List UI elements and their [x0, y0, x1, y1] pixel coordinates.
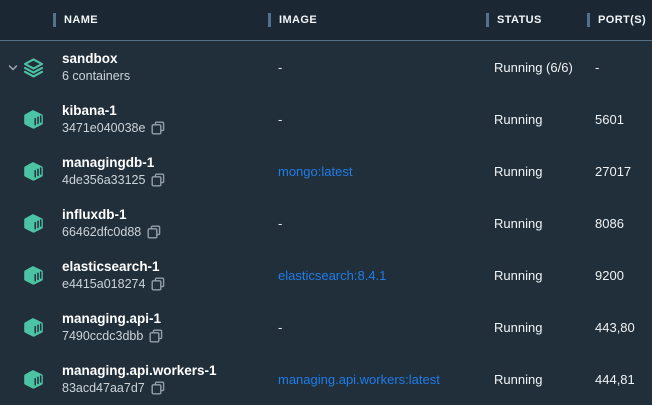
column-divider [268, 13, 271, 27]
name-cell: managing.api.workers-1 83acd47aa7d7 [53, 362, 268, 396]
container-name: influxdb-1 [62, 206, 268, 223]
table-row-container[interactable]: elasticsearch-1 e4415a018274 elasticsear… [0, 249, 652, 301]
container-icon [23, 317, 44, 338]
ports-cell: 9200 [587, 268, 652, 283]
status-cell: Running [486, 216, 587, 231]
column-divider [587, 13, 590, 27]
column-header-image[interactable]: IMAGE [268, 0, 486, 40]
container-id: 7490ccdc3dbb [62, 328, 143, 344]
image-cell: - [268, 112, 486, 127]
row-gutter [0, 145, 53, 197]
container-name: elasticsearch-1 [62, 258, 268, 275]
row-gutter [0, 197, 53, 249]
container-id: e4415a018274 [62, 276, 145, 292]
status-cell: Running [486, 372, 587, 387]
container-name: kibana-1 [62, 102, 268, 119]
row-gutter [0, 249, 53, 301]
container-id: 83acd47aa7d7 [62, 380, 145, 396]
column-divider [53, 13, 56, 27]
container-id: 66462dfc0d88 [62, 224, 141, 240]
column-label: PORT(S) [598, 14, 646, 26]
copy-id-button[interactable] [151, 381, 165, 395]
column-label: STATUS [497, 14, 542, 26]
image-value: - [278, 112, 282, 127]
name-cell: influxdb-1 66462dfc0d88 [53, 206, 268, 240]
name-cell: sandbox 6 containers [53, 50, 268, 84]
image-cell: mongo:latest [268, 164, 486, 179]
image-cell: - [268, 60, 486, 75]
image-value: - [278, 60, 282, 75]
status-cell: Running [486, 164, 587, 179]
copy-id-button[interactable] [147, 225, 161, 239]
container-icon [23, 265, 44, 286]
container-icon [23, 161, 44, 182]
column-label: NAME [64, 14, 98, 26]
column-divider [486, 13, 489, 27]
name-cell: kibana-1 3471e040038e [53, 102, 268, 136]
row-gutter [0, 41, 53, 93]
image-cell: - [268, 216, 486, 231]
column-header-ports[interactable]: PORT(S) [587, 0, 652, 40]
ports-cell: 444,81 [587, 372, 652, 387]
table-row-compose-group[interactable]: sandbox 6 containers - Running (6/6) - [0, 41, 652, 93]
image-value: - [278, 320, 282, 335]
copy-id-button[interactable] [151, 277, 165, 291]
container-id: 3471e040038e [62, 120, 145, 136]
copy-id-button[interactable] [151, 173, 165, 187]
table-row-container[interactable]: kibana-1 3471e040038e - Running 5601 [0, 93, 652, 145]
image-cell: elasticsearch:8.4.1 [268, 268, 486, 283]
image-link[interactable]: mongo:latest [278, 164, 352, 179]
image-link[interactable]: elasticsearch:8.4.1 [278, 268, 386, 283]
column-header-status[interactable]: STATUS [486, 0, 587, 40]
column-header-name[interactable]: NAME [53, 0, 268, 40]
ports-cell: - [587, 60, 652, 75]
container-id: 4de356a33125 [62, 172, 145, 188]
row-gutter [0, 353, 53, 405]
ports-cell: 27017 [587, 164, 652, 179]
ports-cell: 5601 [587, 112, 652, 127]
status-cell: Running [486, 268, 587, 283]
containers-table: NAME IMAGE STATUS PORT(S) sandbox [0, 0, 652, 405]
name-cell: elasticsearch-1 e4415a018274 [53, 258, 268, 292]
column-label: IMAGE [279, 14, 317, 26]
table-row-container[interactable]: managing.api-1 7490ccdc3dbb - Running 44… [0, 301, 652, 353]
container-name: managingdb-1 [62, 154, 268, 171]
ports-cell: 443,80 [587, 320, 652, 335]
status-cell: Running (6/6) [486, 60, 587, 75]
image-link[interactable]: managing.api.workers:latest [278, 372, 440, 387]
image-cell: - [268, 320, 486, 335]
table-row-container[interactable]: influxdb-1 66462dfc0d88 - Running 8086 [0, 197, 652, 249]
status-cell: Running [486, 320, 587, 335]
image-value: - [278, 216, 282, 231]
chevron-down-icon[interactable] [6, 60, 20, 74]
row-gutter [0, 93, 53, 145]
container-name: managing.api.workers-1 [62, 362, 268, 379]
container-icon [23, 213, 44, 234]
container-name: managing.api-1 [62, 310, 268, 327]
ports-cell: 8086 [587, 216, 652, 231]
compose-stack-icon [23, 57, 44, 78]
status-cell: Running [486, 112, 587, 127]
container-count: 6 containers [62, 68, 130, 84]
table-row-container[interactable]: managingdb-1 4de356a33125 mongo:latest R… [0, 145, 652, 197]
image-cell: managing.api.workers:latest [268, 372, 486, 387]
copy-id-button[interactable] [149, 329, 163, 343]
copy-id-button[interactable] [151, 121, 165, 135]
container-icon [23, 109, 44, 130]
container-icon [23, 369, 44, 390]
name-cell: managing.api-1 7490ccdc3dbb [53, 310, 268, 344]
row-gutter [0, 301, 53, 353]
container-name: sandbox [62, 50, 268, 67]
name-cell: managingdb-1 4de356a33125 [53, 154, 268, 188]
table-row-container[interactable]: managing.api.workers-1 83acd47aa7d7 mana… [0, 353, 652, 405]
table-header: NAME IMAGE STATUS PORT(S) [0, 0, 652, 41]
